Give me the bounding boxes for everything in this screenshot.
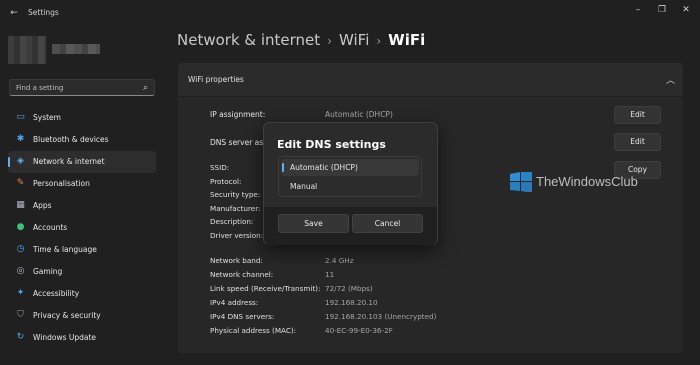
dns-option-manual[interactable]: Manual [281, 178, 419, 195]
ipv4-address-value: 192.168.20.10 [325, 298, 378, 307]
thewindowsclub-logo-icon [510, 172, 532, 192]
breadcrumb-network-internet[interactable]: Network & internet [177, 31, 320, 49]
sidebar-item-bluetooth-devices[interactable]: ✱ Bluetooth & devices [8, 129, 156, 151]
search-icon[interactable]: ⌕ [143, 82, 148, 94]
close-icon[interactable]: ✕ [679, 4, 693, 16]
sidebar-item-network-internet[interactable]: ◈ Network & internet [8, 151, 156, 173]
sidebar-item-label: Bluetooth & devices [33, 135, 109, 144]
edit-ip-button[interactable]: Edit [614, 106, 661, 124]
sidebar-item-apps[interactable]: ▦ Apps [8, 195, 156, 217]
link-speed-value: 72/72 (Mbps) [325, 284, 373, 293]
driver-version-label: Driver version: [210, 230, 264, 240]
ipv4-address-label: IPv4 address: [210, 298, 259, 307]
sidebar-item-privacy-security[interactable]: ⛉ Privacy & security [8, 305, 156, 327]
chevron-right-icon: › [327, 34, 332, 48]
sidebar-nav: ▭ System ✱ Bluetooth & devices ◈ Network & in… [8, 107, 156, 349]
back-arrow-icon[interactable]: ← [8, 7, 20, 19]
profile-name-blurred [52, 44, 100, 54]
search-box[interactable]: ⌕ [9, 79, 155, 96]
dns-mode-dropdown[interactable]: Automatic (DHCP) Manual [278, 156, 422, 197]
wifi-properties-header[interactable]: WiFi properties ︿ [178, 63, 683, 96]
monitor-icon: ▭ [16, 112, 25, 122]
apps-icon: ▦ [16, 200, 25, 210]
sidebar-item-system[interactable]: ▭ System [8, 107, 156, 129]
globe-clock-icon: ◷ [16, 244, 25, 254]
ipv4-dns-value: 192.168.20.103 (Unencrypted) [325, 312, 437, 321]
chevron-right-icon: › [376, 34, 382, 48]
edit-dns-dialog: Edit DNS settings Automatic (DHCP) Manua… [263, 122, 438, 245]
security-type-label: Security type: [210, 190, 261, 199]
sidebar-item-accounts[interactable]: ● Accounts [8, 217, 156, 239]
breadcrumb: Network & internet › WiFi › WiFi [177, 31, 425, 49]
accessibility-icon: ✦ [16, 288, 25, 298]
sidebar-item-personalisation[interactable]: ✎ Personalisation [8, 173, 156, 195]
link-speed-label: Link speed (Receive/Transmit): [210, 284, 321, 293]
dialog-footer: Save Cancel [264, 207, 437, 245]
bluetooth-icon: ✱ [16, 134, 25, 144]
sidebar-item-label: Personalisation [33, 179, 90, 188]
dns-option-label: Manual [290, 182, 318, 191]
shield-icon: ⛉ [17, 310, 24, 320]
wifi-properties-title: WiFi properties [188, 75, 244, 84]
dns-option-label: Automatic (DHCP) [290, 163, 358, 172]
gamepad-icon: ◎ [16, 266, 25, 276]
sidebar-item-windows-update[interactable]: ↻ Windows Update [8, 327, 156, 349]
sidebar-item-label: Accounts [33, 223, 68, 232]
sidebar-item-label: Network & internet [33, 157, 105, 166]
sidebar-item-label: Time & language [33, 245, 97, 254]
mac-address-value: 40-EC-99-E0-36-2F [325, 326, 393, 335]
app-title: Settings [28, 8, 59, 17]
sidebar-item-time-language[interactable]: ◷ Time & language [8, 239, 156, 261]
search-input[interactable] [16, 82, 136, 94]
ip-assignment-value: Automatic (DHCP) [325, 110, 393, 119]
ipv4-dns-label: IPv4 DNS servers: [210, 312, 275, 321]
cancel-button[interactable]: Cancel [352, 214, 423, 233]
breadcrumb-wifi[interactable]: WiFi [339, 31, 369, 49]
brush-icon: ✎ [16, 178, 25, 188]
sidebar-item-label: Gaming [33, 267, 63, 276]
sidebar-item-accessibility[interactable]: ✦ Accessibility [8, 283, 156, 305]
watermark-text: TheWindowsClub [536, 174, 638, 189]
protocol-label: Protocol: [210, 176, 242, 186]
sidebar-item-label: System [33, 113, 61, 122]
maximize-icon[interactable]: ❐ [655, 4, 669, 16]
minimize-icon[interactable]: – [631, 4, 645, 16]
sidebar-item-gaming[interactable]: ◎ Gaming [8, 261, 156, 283]
sidebar-item-label: Windows Update [33, 333, 97, 342]
dns-server-label: DNS server assi [210, 138, 270, 147]
network-channel-label: Network channel: [210, 270, 274, 279]
description-label: Description: [210, 217, 254, 226]
avatar [8, 36, 46, 64]
chevron-up-icon[interactable]: ︿ [666, 73, 675, 86]
wifi-icon: ◈ [17, 156, 24, 166]
mac-address-label: Physical address (MAC): [210, 326, 297, 335]
edit-dns-button[interactable]: Edit [614, 133, 661, 151]
sidebar-item-label: Privacy & security [33, 311, 101, 320]
network-channel-value: 11 [325, 270, 335, 279]
dns-option-automatic[interactable]: Automatic (DHCP) [281, 159, 419, 176]
network-band-label: Network band: [210, 256, 263, 265]
ip-assignment-label: IP assignment: [210, 110, 266, 119]
save-button[interactable]: Save [278, 214, 349, 233]
page-title: WiFi [388, 31, 426, 49]
ssid-label: SSID: [210, 163, 230, 172]
sidebar-item-label: Accessibility [33, 289, 80, 298]
sidebar-item-label: Apps [33, 201, 52, 210]
update-icon: ↻ [16, 332, 25, 342]
dialog-title: Edit DNS settings [277, 138, 386, 151]
network-band-value: 2.4 GHz [325, 256, 354, 265]
title-bar: ← Settings – ❐ ✕ [0, 0, 700, 26]
manufacturer-label: Manufacturer: [210, 203, 261, 213]
person-icon: ● [16, 222, 25, 232]
